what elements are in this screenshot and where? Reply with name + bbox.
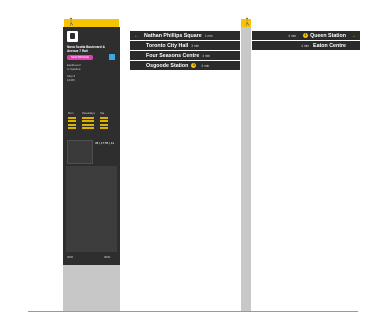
blade-toronto-city-hall: Toronto City Hall 3 min: [130, 41, 240, 50]
blade-walk-time: 4 min: [301, 43, 310, 48]
subway-line-badge-icon: 1: [303, 33, 309, 38]
fingerpost-pole: [241, 27, 251, 311]
bus-icon: [67, 31, 78, 42]
blade-label: Four Seasons Centre: [146, 52, 200, 59]
timetable: Mon Weekdays Sat: [68, 111, 108, 131]
timetable-header: Weekdays: [82, 111, 96, 115]
blade-walk-time: 4 min: [201, 63, 210, 68]
ground-line: [28, 311, 358, 312]
timetable-col: Mon: [68, 111, 76, 131]
blade-walk-time: 4 min: [202, 53, 211, 58]
route-map-thumbnail: [67, 140, 93, 164]
route-number: 38 | 17:55 | 14: [95, 141, 115, 145]
blade-queen-station: 4 min 1 Queen Station →: [252, 31, 360, 40]
blade-label: Nathan Phillips Square: [144, 32, 202, 39]
pedestrian-icon: 🚶: [243, 19, 252, 26]
stop-number: Stop # 12345: [67, 74, 76, 82]
blade-walk-time: 1 min: [204, 33, 213, 38]
blade-walk-time: 3 min: [191, 43, 200, 48]
timetable-header: Sat: [100, 111, 105, 115]
totem-footer-right: 0000: [104, 255, 111, 259]
arrow-right-icon: →: [351, 32, 356, 39]
blade-osgoode-station: Osgoode Station 1 4 min: [130, 61, 240, 70]
arrow-left-icon: ←: [134, 32, 139, 39]
blade-four-seasons-centre: Four Seasons Centre 4 min: [130, 51, 240, 60]
blade-nathan-phillips-square: ← Nathan Phillips Square 1 min: [130, 31, 240, 40]
subway-line-badge-icon: 1: [191, 63, 197, 68]
blade-walk-time: 4 min: [288, 33, 297, 38]
timetable-col: Sat: [100, 111, 108, 131]
timetable-col: Weekdays: [82, 111, 96, 131]
totem-base: [63, 265, 120, 311]
route-pill: NEW BRIDGE: [67, 55, 94, 60]
stop-name: Nova Scotia Boulevard & Avenue 7 Rail: [67, 45, 105, 53]
info-square-icon: [109, 54, 115, 60]
timetable-header: Mon: [68, 111, 74, 115]
blade-label: Toronto City Hall: [146, 42, 189, 49]
direction-text: Eastbound to Spadina: [67, 63, 81, 71]
pedestrian-icon: 🚶: [67, 19, 76, 26]
neighbourhood-map: [66, 166, 117, 252]
blade-label: Eaton Centre: [313, 42, 346, 49]
blade-eaton-centre: 4 min Eaton Centre: [252, 41, 360, 50]
totem-footer-left: 0000: [67, 255, 74, 259]
blade-label: Osgoode Station: [146, 62, 189, 69]
blade-label: Queen Station: [310, 32, 346, 39]
